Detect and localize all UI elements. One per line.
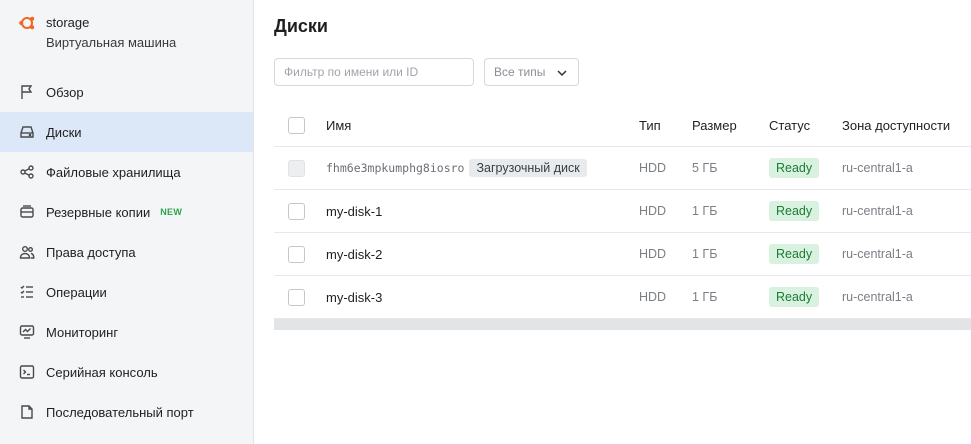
sidebar-item-serial-port[interactable]: Последовательный порт: [0, 392, 253, 432]
sidebar-item-label: Мониторинг: [46, 324, 119, 340]
flag-icon: [18, 83, 36, 101]
type-select[interactable]: Все типы: [484, 58, 579, 86]
sidebar-item-label: Серийная консоль: [46, 364, 158, 380]
sidebar-item-backups[interactable]: Резервные копии NEW: [0, 192, 253, 232]
chevron-down-icon: [555, 66, 569, 80]
select-all-checkbox[interactable]: [288, 116, 305, 134]
disk-size: 5 ГБ: [692, 161, 718, 175]
disk-zone: ru-central1-a: [842, 247, 913, 261]
sidebar-item-disks[interactable]: Диски: [0, 112, 253, 152]
column-header-size[interactable]: Размер: [692, 104, 737, 146]
sidebar-item-file-storages[interactable]: Файловые хранилища: [0, 152, 253, 192]
disk-zone: ru-central1-a: [842, 204, 913, 218]
column-header-name[interactable]: Имя: [326, 104, 351, 146]
row-checkbox[interactable]: [288, 202, 305, 220]
sidebar-item-label: Последовательный порт: [46, 404, 194, 420]
type-select-value: Все типы: [494, 65, 546, 79]
sidebar-item-overview[interactable]: Обзор: [0, 72, 253, 112]
status-badge: Ready: [769, 287, 820, 307]
sidebar-item-label: Файловые хранилища: [46, 164, 181, 180]
vm-name: storage: [46, 15, 90, 30]
row-checkbox: [288, 159, 305, 177]
disk-icon: [18, 123, 36, 141]
row-checkbox[interactable]: [288, 245, 305, 263]
disk-id[interactable]: fhm6e3mpkumphg8iosro: [326, 161, 464, 175]
disk-size: 1 ГБ: [692, 290, 718, 304]
column-header-type[interactable]: Тип: [639, 104, 661, 146]
disk-zone: ru-central1-a: [842, 290, 913, 304]
terminal-icon: [18, 363, 36, 381]
horizontal-scrollbar[interactable]: [274, 319, 971, 330]
boot-disk-tag: Загрузочный диск: [469, 159, 587, 177]
vm-type: Виртуальная машина: [46, 35, 177, 50]
disk-size: 1 ГБ: [692, 247, 718, 261]
vm-logo-icon: [18, 14, 36, 32]
new-badge: NEW: [160, 207, 183, 217]
sidebar-item-label: Права доступа: [46, 244, 136, 260]
disks-table: Имя Тип Размер Статус Зона доступности f…: [274, 104, 971, 319]
sidebar-nav: Обзор Диски Файловые хранилища Резервные…: [0, 72, 253, 432]
sidebar-item-label: Диски: [46, 124, 82, 140]
column-header-status[interactable]: Статус: [769, 104, 810, 146]
disk-name[interactable]: my-disk-2: [326, 247, 382, 262]
monitor-icon: [18, 323, 36, 341]
status-badge: Ready: [769, 158, 820, 178]
sidebar-item-serial-console[interactable]: Серийная консоль: [0, 352, 253, 392]
row-checkbox[interactable]: [288, 288, 305, 306]
disk-type: HDD: [639, 161, 667, 175]
disk-name[interactable]: my-disk-1: [326, 204, 382, 219]
disk-type: HDD: [639, 247, 667, 261]
sidebar-item-label: Операции: [46, 284, 107, 300]
status-badge: Ready: [769, 244, 820, 264]
table-row[interactable]: my-disk-1 HDD 1 ГБ Ready ru-central1-a: [274, 190, 971, 233]
disk-type: HDD: [639, 204, 667, 218]
disk-type: HDD: [639, 290, 667, 304]
disk-size: 1 ГБ: [692, 204, 718, 218]
filter-field[interactable]: [274, 58, 474, 86]
column-header-zone[interactable]: Зона доступности: [842, 104, 950, 146]
users-icon: [18, 243, 36, 261]
table-row[interactable]: fhm6e3mpkumphg8iosro Загрузочный диск HD…: [274, 147, 971, 190]
disk-name[interactable]: my-disk-3: [326, 290, 382, 305]
backup-icon: [18, 203, 36, 221]
sidebar-item-label: Резервные копии: [46, 204, 151, 220]
file-icon: [18, 403, 36, 421]
sidebar-item-label: Обзор: [46, 84, 84, 100]
table-row[interactable]: my-disk-3 HDD 1 ГБ Ready ru-central1-a: [274, 276, 971, 319]
table-row[interactable]: my-disk-2 HDD 1 ГБ Ready ru-central1-a: [274, 233, 971, 276]
filter-input[interactable]: [275, 59, 473, 85]
main-content: Диски Все типы Имя Тип Размер Статус Зон…: [255, 0, 971, 444]
share-icon: [18, 163, 36, 181]
vm-header: storage Виртуальная машина: [18, 14, 248, 54]
disk-zone: ru-central1-a: [842, 161, 913, 175]
sidebar-item-access[interactable]: Права доступа: [0, 232, 253, 272]
sidebar-item-monitoring[interactable]: Мониторинг: [0, 312, 253, 352]
status-badge: Ready: [769, 201, 820, 221]
sidebar-item-operations[interactable]: Операции: [0, 272, 253, 312]
page-title: Диски: [274, 16, 328, 36]
checklist-icon: [18, 283, 36, 301]
sidebar: storage Виртуальная машина Обзор Диски Ф…: [0, 0, 254, 444]
table-header: Имя Тип Размер Статус Зона доступности: [274, 104, 971, 147]
